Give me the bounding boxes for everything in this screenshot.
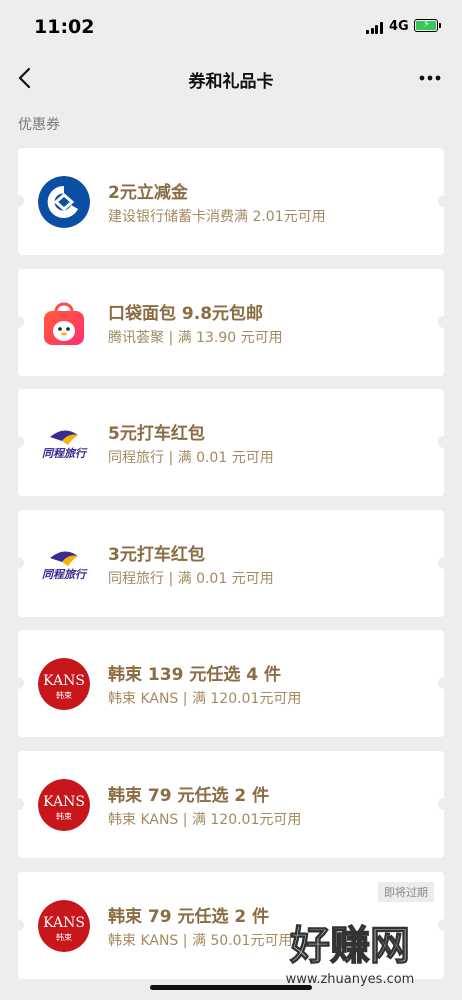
svg-text:韩束: 韩束 <box>56 811 72 821</box>
svg-text:韩束: 韩束 <box>56 932 72 942</box>
status-time: 11:02 <box>34 16 95 38</box>
coupon-subtitle: 韩束 KANS | 满 120.01元可用 <box>108 812 302 828</box>
coupon-card[interactable]: KANS 韩束 韩束 139 元任选 4 件 韩束 KANS | 满 120.0… <box>12 630 450 737</box>
coupon-title: 口袋面包 9.8元包邮 <box>108 304 264 324</box>
kans-logo: KANS 韩束 <box>38 779 90 831</box>
more-button[interactable] <box>414 64 446 92</box>
svg-text:同程旅行: 同程旅行 <box>42 568 88 581</box>
status-bar: 11:02 4G ⚡ <box>0 0 462 52</box>
watermark: 好赚网 www.zhuanyes.com <box>250 915 450 995</box>
page-title: 券和礼品卡 <box>188 72 274 92</box>
coupon-subtitle: 同程旅行 | 满 0.01 元可用 <box>108 450 274 466</box>
kans-logo: KANS 韩束 <box>38 900 90 952</box>
coupon-subtitle: 腾讯荟聚 | 满 13.90 元可用 <box>108 330 283 346</box>
coupon-card[interactable]: 同程旅行 5元打车红包 同程旅行 | 满 0.01 元可用 <box>12 389 450 496</box>
coupon-card[interactable]: KANS 韩束 韩束 79 元任选 2 件 韩束 KANS | 满 120.01… <box>12 751 450 858</box>
kans-logo: KANS 韩束 <box>38 658 90 710</box>
tongcheng-travel-logo: 同程旅行 <box>38 538 90 590</box>
network-label: 4G <box>389 19 409 34</box>
coupon-subtitle: 韩束 KANS | 满 120.01元可用 <box>108 691 302 707</box>
ccb-bank-logo <box>38 176 90 228</box>
svg-text:同程旅行: 同程旅行 <box>42 447 88 460</box>
nav-bar: 券和礼品卡 <box>0 52 462 104</box>
coupon-title: 韩束 79 元任选 2 件 <box>108 786 270 806</box>
svg-text:韩束: 韩束 <box>56 690 72 700</box>
svg-text:KANS: KANS <box>43 794 85 810</box>
svg-text:KANS: KANS <box>43 915 85 931</box>
battery-icon: ⚡ <box>414 19 441 32</box>
coupon-title: 5元打车红包 <box>108 424 205 444</box>
shopping-bag-penguin-logo <box>38 297 90 349</box>
coupon-title: 2元立减金 <box>108 183 188 203</box>
expiring-badge: 即将过期 <box>378 882 434 902</box>
svg-text:KANS: KANS <box>43 673 85 689</box>
coupon-card[interactable]: 同程旅行 3元打车红包 同程旅行 | 满 0.01 元可用 <box>12 510 450 617</box>
home-indicator <box>150 985 312 990</box>
section-label: 优惠券 <box>18 117 60 133</box>
coupon-title: 韩束 139 元任选 4 件 <box>108 665 281 685</box>
coupon-subtitle: 同程旅行 | 满 0.01 元可用 <box>108 571 274 587</box>
coupon-card[interactable]: 2元立减金 建设银行储蓄卡消费满 2.01元可用 <box>12 148 450 255</box>
svg-text:好赚网: 好赚网 <box>289 923 410 969</box>
more-dots-icon <box>419 75 441 81</box>
coupon-title: 韩束 79 元任选 2 件 <box>108 907 270 927</box>
tongcheng-travel-logo: 同程旅行 <box>38 417 90 469</box>
coupon-title: 3元打车红包 <box>108 545 205 565</box>
coupon-subtitle: 建设银行储蓄卡消费满 2.01元可用 <box>108 209 326 225</box>
signal-icon <box>366 22 383 34</box>
coupon-card[interactable]: 口袋面包 9.8元包邮 腾讯荟聚 | 满 13.90 元可用 <box>12 269 450 376</box>
